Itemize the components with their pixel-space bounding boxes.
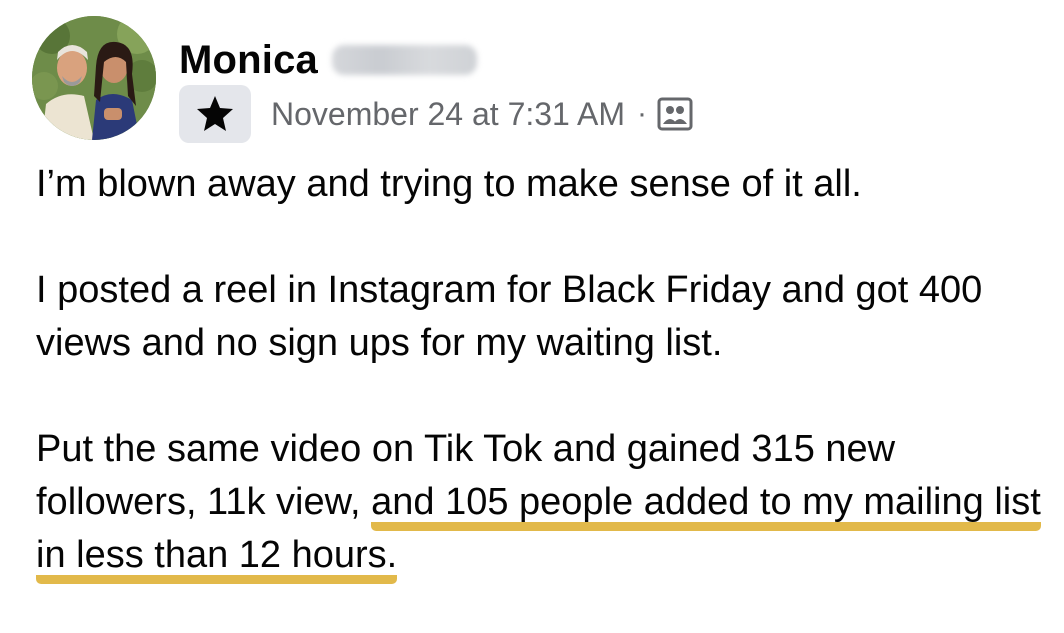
post-paragraph-1: I’m blown away and trying to make sense … — [36, 163, 862, 205]
author-header: Monica — [179, 34, 477, 86]
post-meta: November 24 at 7:31 AM · — [179, 85, 693, 143]
author-avatar[interactable] — [32, 16, 156, 140]
star-badge[interactable] — [179, 85, 251, 143]
star-icon — [197, 96, 233, 131]
avatar-photo — [32, 16, 156, 140]
post-paragraph-2: I posted a reel in Instagram for Black F… — [36, 269, 983, 364]
group-audience-icon[interactable] — [657, 97, 693, 131]
author-name[interactable]: Monica — [179, 38, 318, 83]
post-text: I’m blown away and trying to make sense … — [36, 158, 1046, 584]
meta-separator: · — [636, 97, 647, 130]
post-timestamp[interactable]: November 24 at 7:31 AM — [271, 96, 625, 133]
post-paragraph-3: Put the same video on Tik Tok and gained… — [36, 423, 1046, 584]
redacted-surname-blur — [332, 45, 477, 75]
